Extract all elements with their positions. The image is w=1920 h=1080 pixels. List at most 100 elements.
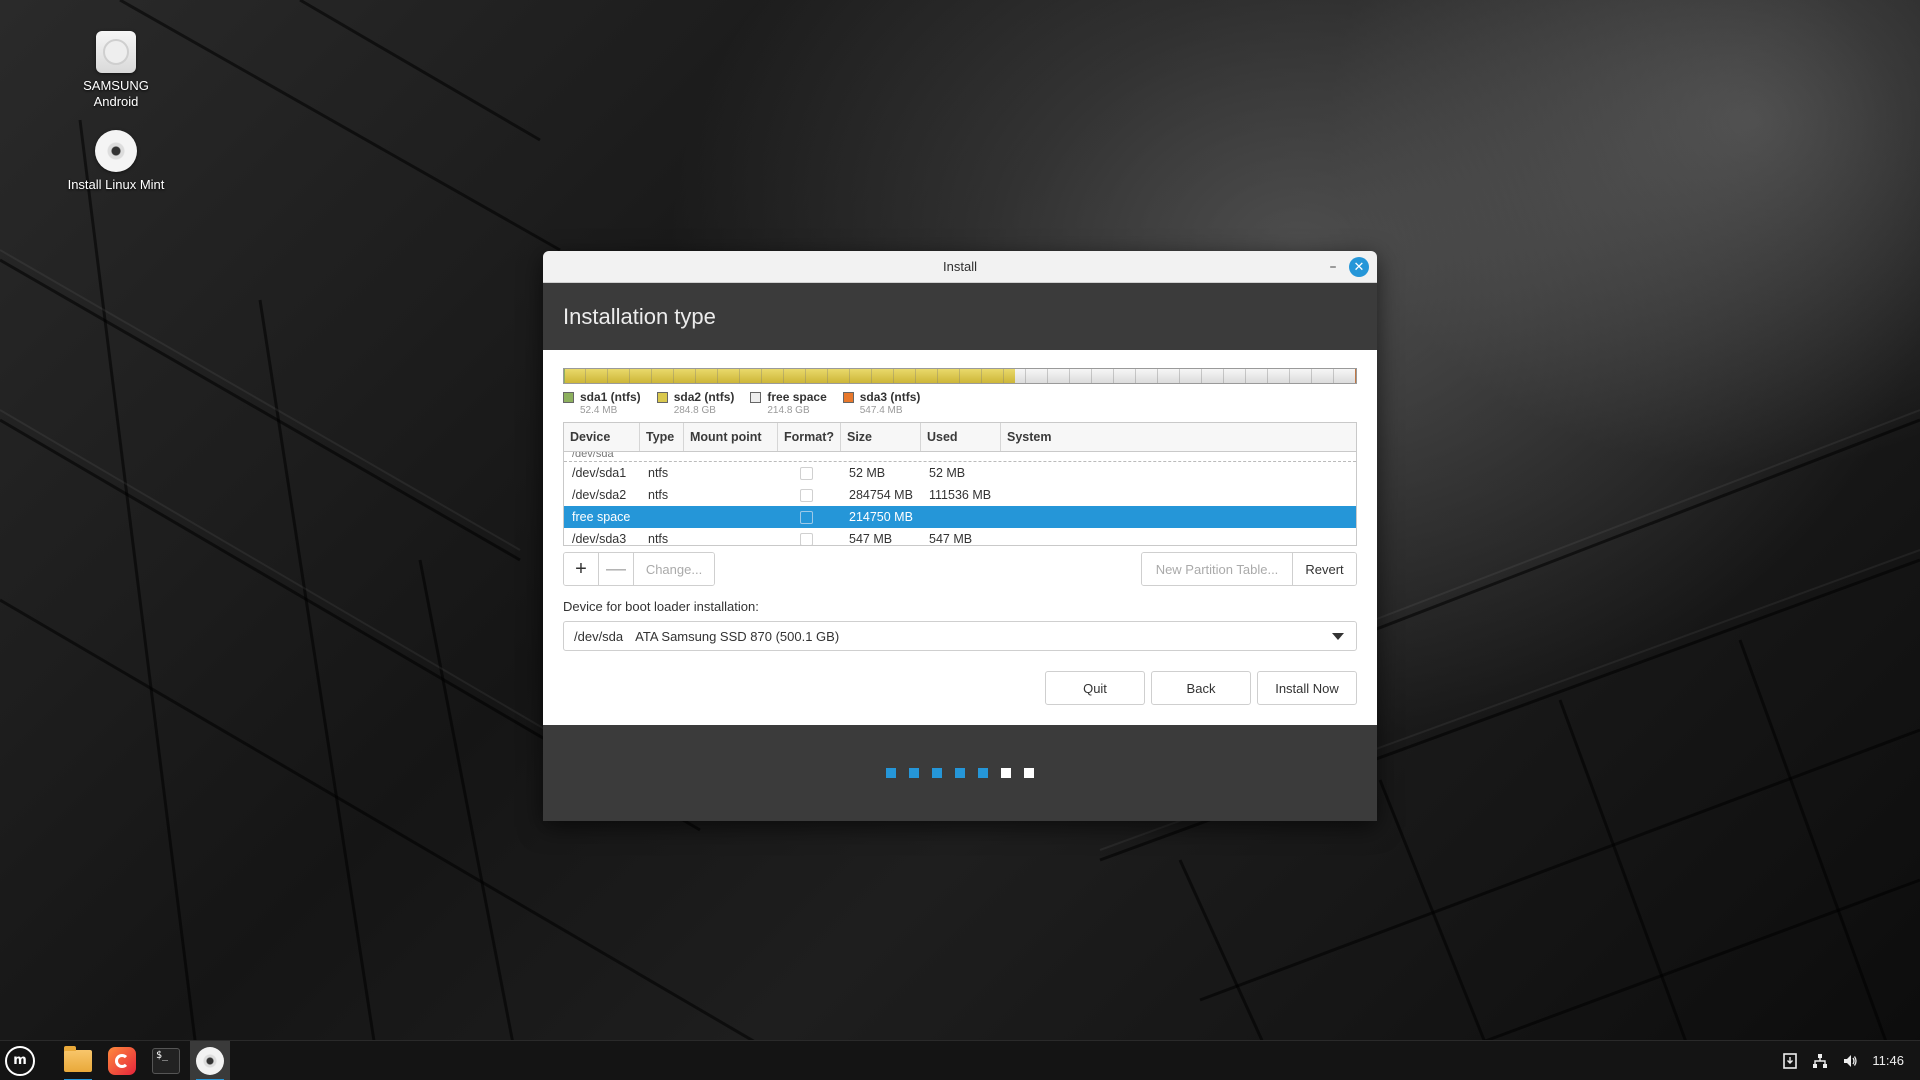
table-row[interactable]: free space 214750 MB [564,506,1356,528]
page-header: Installation type [543,283,1377,350]
window-titlebar[interactable]: Install – ✕ [543,251,1377,283]
legend-size: 214.8 GB [767,405,810,416]
format-checkbox-cell [778,532,841,545]
installer-content: sda1 (ntfs) 52.4 MB sda2 (ntfs) 284.8 GB fre… [543,350,1377,725]
format-checkbox-cell [778,466,841,480]
format-checkbox[interactable] [800,466,813,480]
window-title: Install [943,259,977,274]
table-header: Device Type Mount point Format? Size Use… [564,423,1356,452]
desktop-icon-samsung-android[interactable]: SAMSUNG Android [56,30,176,110]
format-checkbox-cell [778,510,841,524]
edit-button-group: + — Change... [563,552,715,586]
close-button[interactable]: ✕ [1349,257,1369,277]
cell-used: 52 MB [929,466,966,480]
firefox-launcher[interactable] [102,1041,142,1080]
desktop-icon-install-linux-mint[interactable]: Install Linux Mint [56,129,176,193]
cell-device: /dev/sda1 [572,466,627,480]
legend-item: sda3 (ntfs) 547.4 MB [842,390,920,420]
remove-partition-button[interactable]: — [599,553,634,585]
step-dot [978,768,988,778]
partition-table: Device Type Mount point Format? Size Use… [563,422,1357,546]
legend-item: sda2 (ntfs) 284.8 GB [656,390,735,420]
dropdown-arrow-icon [1332,633,1344,640]
drive-icon [94,30,138,74]
column-header-format[interactable]: Format? [778,423,841,451]
partition-legend: sda1 (ntfs) 52.4 MB sda2 (ntfs) 284.8 GB fre… [563,390,1357,420]
column-header-used[interactable]: Used [921,423,1001,451]
step-dot [932,768,942,778]
legend-swatch [656,392,668,403]
partition-bar-segment [1355,369,1356,383]
step-dot [955,768,965,778]
linux-mint-menu-icon: m [5,1045,35,1076]
partition-bar-segment [1015,369,1355,383]
cell-used: 547 MB [929,532,973,546]
legend-swatch [842,392,854,403]
terminal-launcher[interactable]: $_ [146,1041,186,1080]
table-row[interactable]: /dev/sda3 ntfs 547 MB 547 MB [564,528,1356,546]
step-dot [909,768,919,778]
cell-size: 547 MB [849,532,893,546]
legend-swatch [750,392,762,403]
format-checkbox[interactable] [800,510,813,524]
cell-size: 52 MB [849,466,886,480]
legend-swatch [563,392,574,403]
bootloader-device: /dev/sda [574,628,624,644]
bootloader-device-description: ATA Samsung SSD 870 (500.1 GB) [635,628,840,644]
format-checkbox-cell [778,488,841,502]
partition-actions: + — Change... New Partition Table... Rev… [563,552,1357,586]
table-body: /dev/sda1 ntfs 52 MB 52 MB/dev/sda2 ntfs 2847… [564,462,1356,546]
partition-bar [563,368,1357,384]
network-icon[interactable] [1812,1053,1828,1069]
step-progress-indicator [543,725,1377,821]
volume-icon[interactable] [1842,1053,1858,1069]
bootloader-label: Device for boot loader installation: [563,599,759,614]
page-title: Installation type [563,303,716,329]
firefox-icon [108,1046,136,1075]
cell-device: /dev/sda2 [572,488,627,502]
start-menu-button[interactable]: m [0,1041,40,1080]
step-dot [886,768,896,778]
files-launcher[interactable] [58,1041,98,1080]
format-checkbox[interactable] [800,488,813,502]
taskbar: m $_ 11:46 [0,1040,1920,1080]
cell-type: ntfs [648,488,669,502]
cell-size: 284754 MB [849,488,913,502]
legend-name: sda1 (ntfs) [580,390,641,404]
bootloader-device-select[interactable]: /dev/sda ATA Samsung SSD 870 (500.1 GB) [563,621,1357,651]
column-header-type[interactable]: Type [640,423,684,451]
minimize-button[interactable]: – [1323,257,1343,277]
legend-item: free space 214.8 GB [750,390,827,420]
install-now-button[interactable]: Install Now [1257,671,1357,705]
legend-item: sda1 (ntfs) 52.4 MB [563,390,641,420]
cell-type: ntfs [648,532,669,546]
quit-button[interactable]: Quit [1045,671,1145,705]
table-row[interactable]: /dev/sda2 ntfs 284754 MB 111536 MB [564,484,1356,506]
installer-window: Install – ✕ Installation type sda1 (ntfs… [543,251,1377,821]
column-header-mount-point[interactable]: Mount point [684,423,778,451]
legend-size: 547.4 MB [859,405,903,416]
table-row[interactable]: /dev/sda1 ntfs 52 MB 52 MB [564,462,1356,484]
legend-name: sda2 (ntfs) [673,390,735,404]
table-button-group: New Partition Table... Revert [1141,552,1357,586]
column-header-device[interactable]: Device [564,423,640,451]
update-manager-icon[interactable] [1782,1052,1798,1069]
cell-size: 214750 MB [849,510,913,524]
back-button[interactable]: Back [1151,671,1251,705]
terminal-icon: $_ [152,1047,180,1074]
navigation-buttons: Quit Back Install Now [563,671,1357,705]
table-row-disk-partial[interactable]: /dev/sda [564,452,1356,462]
folder-icon [64,1045,92,1072]
new-partition-table-button[interactable]: New Partition Table... [1142,553,1293,585]
column-header-system[interactable]: System [1001,423,1356,451]
disc-icon [196,1046,224,1075]
cell-used: 111536 MB [929,488,992,502]
column-header-size[interactable]: Size [841,423,921,451]
change-partition-button[interactable]: Change... [634,553,714,585]
clock[interactable]: 11:46 [1872,1053,1904,1068]
revert-button[interactable]: Revert [1293,553,1356,585]
format-checkbox[interactable] [800,532,813,545]
add-partition-button[interactable]: + [564,553,599,585]
installer-taskbar-button[interactable] [190,1040,230,1080]
legend-name: free space [767,390,827,404]
